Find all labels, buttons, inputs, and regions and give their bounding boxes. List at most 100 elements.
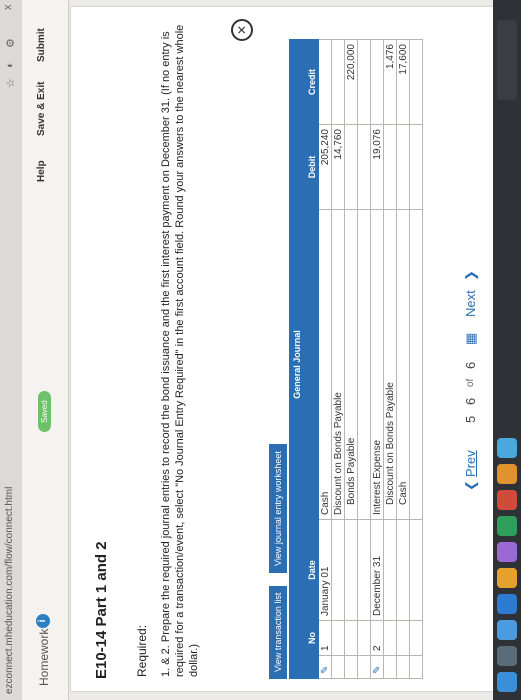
table-row[interactable] <box>409 39 423 679</box>
table-row[interactable]: ✎ 1 January 01 Cash 205,240 <box>318 39 332 679</box>
edit-cell <box>409 655 423 679</box>
edit-cell <box>344 655 358 679</box>
general-journal-table: General Journal No Date Debit Credit ✎ 1… <box>289 39 461 679</box>
app-icon[interactable] <box>497 438 517 458</box>
settings-icon[interactable]: ⚙ <box>4 38 17 48</box>
entry-credit <box>318 39 332 125</box>
edit-entry-icon[interactable]: ✎ <box>370 655 384 679</box>
journal-title-spacer <box>289 519 305 679</box>
entry-account <box>409 209 423 520</box>
url-text[interactable]: ezconnect.mheducation.com/flow/connect.h… <box>4 487 15 694</box>
entry-date: December 31 <box>370 519 384 621</box>
entry-no: 2 <box>370 620 384 656</box>
submit-button[interactable]: Submit <box>36 28 47 62</box>
entry-account <box>357 209 371 520</box>
save-exit-button[interactable]: Save & Exit <box>36 82 47 136</box>
close-icon[interactable]: x <box>2 5 14 11</box>
extension-icon[interactable]: ◐ <box>4 61 16 68</box>
prev-button[interactable]: Prev <box>463 450 478 477</box>
table-row[interactable] <box>357 39 371 679</box>
entry-no <box>396 620 410 656</box>
help-button[interactable]: Help <box>36 160 47 182</box>
prev-chevron-icon[interactable]: ❮ <box>463 480 479 491</box>
app-icon[interactable] <box>497 516 517 536</box>
entry-account: Bonds Payable <box>344 209 358 520</box>
entry-no <box>383 620 397 656</box>
entry-date <box>331 519 345 621</box>
next-chevron-icon[interactable]: ❯ <box>463 270 479 281</box>
entry-date <box>344 519 358 621</box>
edit-cell <box>383 655 397 679</box>
debit-col-header: Debit <box>304 124 319 210</box>
app-header: Homework i Saved Help Save & Exit Submit <box>22 0 69 700</box>
next-button[interactable]: Next <box>463 290 478 317</box>
page-number[interactable]: 6 <box>463 398 478 405</box>
entry-date <box>396 519 410 621</box>
entry-date <box>409 519 423 621</box>
browser-url-bar[interactable]: ezconnect.mheducation.com/flow/connect.h… <box>0 0 23 700</box>
current-page: 5 <box>463 415 478 423</box>
app-icon[interactable] <box>497 646 517 666</box>
edit-entry-icon[interactable]: ✎ <box>318 655 332 679</box>
entry-no: 1 <box>318 620 332 656</box>
of-label: of <box>465 378 476 387</box>
problem-instructions: 1. & 2. Prepare the required journal ent… <box>160 24 200 677</box>
table-row[interactable]: Discount on Bonds Payable 1,476 <box>383 39 397 679</box>
entry-no <box>409 620 423 656</box>
problem-title: E10-14 Part 1 and 2 <box>93 541 110 679</box>
date-col-header: Date <box>304 519 319 621</box>
entry-credit: 220,000 <box>344 39 358 125</box>
journal-title: General Journal <box>289 209 305 520</box>
table-row[interactable]: Cash 17,600 <box>396 39 410 679</box>
entry-credit <box>370 39 384 125</box>
grid-view-icon[interactable]: ▦ <box>463 333 479 345</box>
edit-cell <box>331 655 345 679</box>
entry-credit <box>331 39 345 125</box>
no-col-header: No <box>304 620 319 656</box>
edit-col-header <box>304 655 319 679</box>
entry-no <box>344 620 358 656</box>
entry-account: Discount on Bonds Payable <box>331 209 345 520</box>
app-icon[interactable] <box>497 542 517 562</box>
app-icon[interactable] <box>497 464 517 484</box>
homework-label: Homework <box>37 628 51 686</box>
journal-title-spacer-right <box>289 39 305 210</box>
total-pages: 6 <box>463 361 478 369</box>
entry-debit <box>383 124 397 210</box>
app-icon[interactable] <box>497 620 517 640</box>
entry-debit: 14,760 <box>331 124 345 210</box>
start-icon[interactable] <box>497 672 517 692</box>
account-col-header <box>304 209 319 520</box>
info-icon[interactable]: i <box>36 614 50 628</box>
bookmark-icon[interactable]: ☆ <box>4 78 17 88</box>
view-transaction-list-button[interactable]: View transaction list <box>269 585 287 679</box>
required-label: Required: <box>135 624 149 677</box>
rotated-screen: ezconnect.mheducation.com/flow/connect.h… <box>0 0 521 700</box>
saved-badge: Saved <box>38 391 51 432</box>
entry-account: Discount on Bonds Payable <box>383 209 397 520</box>
app-icon[interactable] <box>497 568 517 588</box>
entry-date: January 01 <box>318 519 332 621</box>
system-tray[interactable] <box>497 20 517 100</box>
entry-debit <box>344 124 358 210</box>
entry-credit <box>409 39 423 125</box>
edit-cell <box>357 655 371 679</box>
entry-no <box>331 620 345 656</box>
table-row[interactable]: ✎ 2 December 31 Interest Expense 19,076 <box>370 39 384 679</box>
entry-credit: 17,600 <box>396 39 410 125</box>
entry-credit <box>357 39 371 125</box>
close-worksheet-icon[interactable]: ✕ <box>231 19 253 41</box>
app-icon[interactable] <box>497 594 517 614</box>
app-icon[interactable] <box>497 490 517 510</box>
pagination: ❮ Prev 5 6 of 6 ▦ Next ❯ <box>463 191 493 491</box>
entry-debit: 205,240 <box>318 124 332 210</box>
entry-date <box>383 519 397 621</box>
entry-account: Cash <box>396 209 410 520</box>
table-row[interactable]: Discount on Bonds Payable 14,760 <box>331 39 345 679</box>
content-panel: E10-14 Part 1 and 2 Required: 1. & 2. Pr… <box>70 6 521 692</box>
view-journal-worksheet-button[interactable]: View journal entry worksheet <box>269 444 287 573</box>
table-row[interactable]: Bonds Payable 220,000 <box>344 39 358 679</box>
entry-account: Interest Expense <box>370 209 384 520</box>
entry-credit: 1,476 <box>383 39 397 125</box>
entry-debit <box>357 124 371 210</box>
